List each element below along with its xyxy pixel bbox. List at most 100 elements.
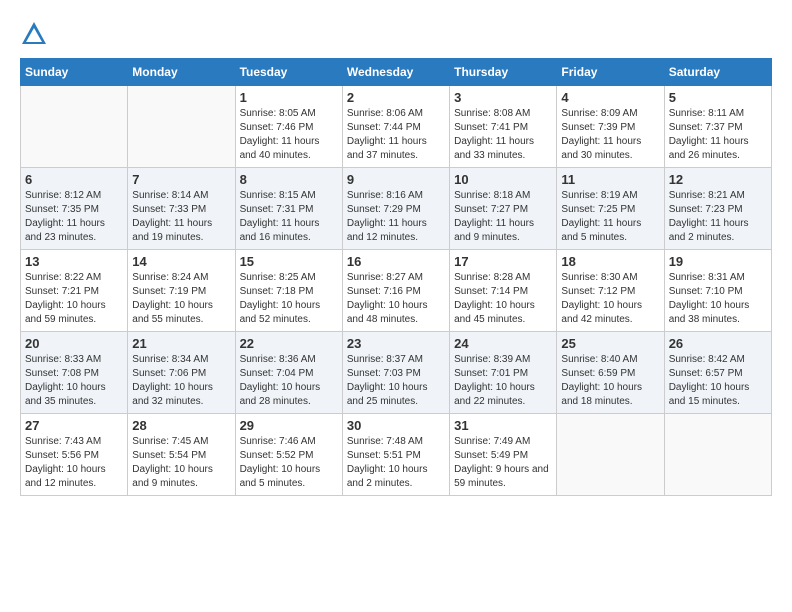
day-number: 26 (669, 336, 767, 351)
header-monday: Monday (128, 59, 235, 86)
day-number: 3 (454, 90, 552, 105)
day-number: 13 (25, 254, 123, 269)
day-number: 14 (132, 254, 230, 269)
header-sunday: Sunday (21, 59, 128, 86)
day-cell: 17Sunrise: 8:28 AM Sunset: 7:14 PM Dayli… (450, 250, 557, 332)
logo (20, 20, 52, 48)
day-number: 25 (561, 336, 659, 351)
day-info: Sunrise: 7:45 AM Sunset: 5:54 PM Dayligh… (132, 435, 230, 491)
day-cell: 27 Sunrise: 7:43 AM Sunset: 5:56 PM Dayli… (21, 414, 128, 496)
day-cell: 20 Sunrise: 8:33 AM Sunset: 7:08 PM Dayli… (21, 332, 128, 414)
header-tuesday: Tuesday (235, 59, 342, 86)
day-number: 2 (347, 90, 445, 105)
calendar-header: SundayMondayTuesdayWednesdayThursdayFrid… (21, 59, 772, 86)
day-info: Sunrise: 8:15 AM Sunset: 7:31 PM Dayligh… (240, 189, 338, 245)
header-friday: Friday (557, 59, 664, 86)
day-info: Sunrise: 8:16 AM Sunset: 7:29 PM Dayligh… (347, 189, 445, 245)
day-cell: 30 Sunrise: 7:48 AM Sunset: 5:51 PM Dayli… (342, 414, 449, 496)
day-number: 21 (132, 336, 230, 351)
day-info: Sunrise: 8:05 AM Sunset: 7:46 PM Dayligh… (240, 107, 338, 163)
day-info: Sunrise: 7:43 AM Sunset: 5:56 PM Dayligh… (25, 435, 123, 491)
day-info: Sunrise: 8:06 AM Sunset: 7:44 PM Dayligh… (347, 107, 445, 163)
day-cell: 23 Sunrise: 8:37 AM Sunset: 7:03 PM Dayli… (342, 332, 449, 414)
day-info: Sunrise: 8:22 AM Sunset: 7:21 PM Dayligh… (25, 271, 123, 327)
day-info: Sunrise: 8:37 AM Sunset: 7:03 PM Dayligh… (347, 353, 445, 409)
day-number: 30 (347, 418, 445, 433)
day-number: 23 (347, 336, 445, 351)
day-cell: 5 Sunrise: 8:11 AM Sunset: 7:37 PM Daylig… (664, 86, 771, 168)
day-info: Sunrise: 8:14 AM Sunset: 7:33 PM Dayligh… (132, 189, 230, 245)
day-number: 4 (561, 90, 659, 105)
day-cell: 3 Sunrise: 8:08 AM Sunset: 7:41 PM Daylig… (450, 86, 557, 168)
day-info: Sunrise: 8:33 AM Sunset: 7:08 PM Dayligh… (25, 353, 123, 409)
day-cell (664, 414, 771, 496)
day-cell: 6 Sunrise: 8:12 AM Sunset: 7:35 PM Daylig… (21, 168, 128, 250)
day-cell: 11Sunrise: 8:19 AM Sunset: 7:25 PM Dayli… (557, 168, 664, 250)
day-cell: 12Sunrise: 8:21 AM Sunset: 7:23 PM Dayli… (664, 168, 771, 250)
day-cell: 29 Sunrise: 7:46 AM Sunset: 5:52 PM Dayli… (235, 414, 342, 496)
day-info: Sunrise: 8:36 AM Sunset: 7:04 PM Dayligh… (240, 353, 338, 409)
day-cell: 19 Sunrise: 8:31 AM Sunset: 7:10 PM Dayli… (664, 250, 771, 332)
day-info: Sunrise: 8:40 AM Sunset: 6:59 PM Dayligh… (561, 353, 659, 409)
day-cell: 16 Sunrise: 8:27 AM Sunset: 7:16 PM Dayli… (342, 250, 449, 332)
day-number: 20 (25, 336, 123, 351)
day-number: 6 (25, 172, 123, 187)
day-cell: 4 Sunrise: 8:09 AM Sunset: 7:39 PM Daylig… (557, 86, 664, 168)
header-thursday: Thursday (450, 59, 557, 86)
day-number: 16 (347, 254, 445, 269)
day-cell: 31 Sunrise: 7:49 AM Sunset: 5:49 PM Dayli… (450, 414, 557, 496)
day-info: Sunrise: 8:18 AM Sunset: 7:27 PM Dayligh… (454, 189, 552, 245)
day-info: Sunrise: 7:48 AM Sunset: 5:51 PM Dayligh… (347, 435, 445, 491)
day-info: Sunrise: 8:31 AM Sunset: 7:10 PM Dayligh… (669, 271, 767, 327)
day-cell: 22 Sunrise: 8:36 AM Sunset: 7:04 PM Dayli… (235, 332, 342, 414)
day-number: 31 (454, 418, 552, 433)
day-info: Sunrise: 8:11 AM Sunset: 7:37 PM Dayligh… (669, 107, 767, 163)
day-number: 7 (132, 172, 230, 187)
day-number: 18 (561, 254, 659, 269)
day-number: 8 (240, 172, 338, 187)
day-info: Sunrise: 8:28 AM Sunset: 7:14 PM Dayligh… (454, 271, 552, 327)
day-info: Sunrise: 8:08 AM Sunset: 7:41 PM Dayligh… (454, 107, 552, 163)
day-cell: 8 Sunrise: 8:15 AM Sunset: 7:31 PM Daylig… (235, 168, 342, 250)
day-cell: 18Sunrise: 8:30 AM Sunset: 7:12 PM Dayli… (557, 250, 664, 332)
day-number: 5 (669, 90, 767, 105)
day-cell: 26Sunrise: 8:42 AM Sunset: 6:57 PM Dayli… (664, 332, 771, 414)
day-cell: 21Sunrise: 8:34 AM Sunset: 7:06 PM Dayli… (128, 332, 235, 414)
day-cell: 13 Sunrise: 8:22 AM Sunset: 7:21 PM Dayli… (21, 250, 128, 332)
week-row-0: 1 Sunrise: 8:05 AM Sunset: 7:46 PM Daylig… (21, 86, 772, 168)
header-saturday: Saturday (664, 59, 771, 86)
day-info: Sunrise: 8:24 AM Sunset: 7:19 PM Dayligh… (132, 271, 230, 327)
day-cell: 9 Sunrise: 8:16 AM Sunset: 7:29 PM Daylig… (342, 168, 449, 250)
day-cell: 14 Sunrise: 8:24 AM Sunset: 7:19 PM Dayli… (128, 250, 235, 332)
day-info: Sunrise: 8:12 AM Sunset: 7:35 PM Dayligh… (25, 189, 123, 245)
page-header (20, 20, 772, 48)
day-cell: 15Sunrise: 8:25 AM Sunset: 7:18 PM Dayli… (235, 250, 342, 332)
day-info: Sunrise: 7:49 AM Sunset: 5:49 PM Dayligh… (454, 435, 552, 491)
day-number: 27 (25, 418, 123, 433)
calendar-body: 1 Sunrise: 8:05 AM Sunset: 7:46 PM Daylig… (21, 86, 772, 496)
day-cell: 7 Sunrise: 8:14 AM Sunset: 7:33 PM Daylig… (128, 168, 235, 250)
day-number: 11 (561, 172, 659, 187)
day-cell: 28Sunrise: 7:45 AM Sunset: 5:54 PM Dayli… (128, 414, 235, 496)
day-info: Sunrise: 8:27 AM Sunset: 7:16 PM Dayligh… (347, 271, 445, 327)
day-cell (557, 414, 664, 496)
day-cell: 25 Sunrise: 8:40 AM Sunset: 6:59 PM Dayli… (557, 332, 664, 414)
day-number: 24 (454, 336, 552, 351)
week-row-1: 6 Sunrise: 8:12 AM Sunset: 7:35 PM Daylig… (21, 168, 772, 250)
day-info: Sunrise: 8:39 AM Sunset: 7:01 PM Dayligh… (454, 353, 552, 409)
day-info: Sunrise: 7:46 AM Sunset: 5:52 PM Dayligh… (240, 435, 338, 491)
day-cell: 24 Sunrise: 8:39 AM Sunset: 7:01 PM Dayli… (450, 332, 557, 414)
day-number: 19 (669, 254, 767, 269)
day-number: 22 (240, 336, 338, 351)
day-number: 10 (454, 172, 552, 187)
day-info: Sunrise: 8:09 AM Sunset: 7:39 PM Dayligh… (561, 107, 659, 163)
calendar-table: SundayMondayTuesdayWednesdayThursdayFrid… (20, 58, 772, 496)
day-number: 12 (669, 172, 767, 187)
day-cell: 1 Sunrise: 8:05 AM Sunset: 7:46 PM Daylig… (235, 86, 342, 168)
week-row-3: 20 Sunrise: 8:33 AM Sunset: 7:08 PM Dayli… (21, 332, 772, 414)
header-row: SundayMondayTuesdayWednesdayThursdayFrid… (21, 59, 772, 86)
header-wednesday: Wednesday (342, 59, 449, 86)
day-number: 29 (240, 418, 338, 433)
day-number: 9 (347, 172, 445, 187)
day-number: 1 (240, 90, 338, 105)
